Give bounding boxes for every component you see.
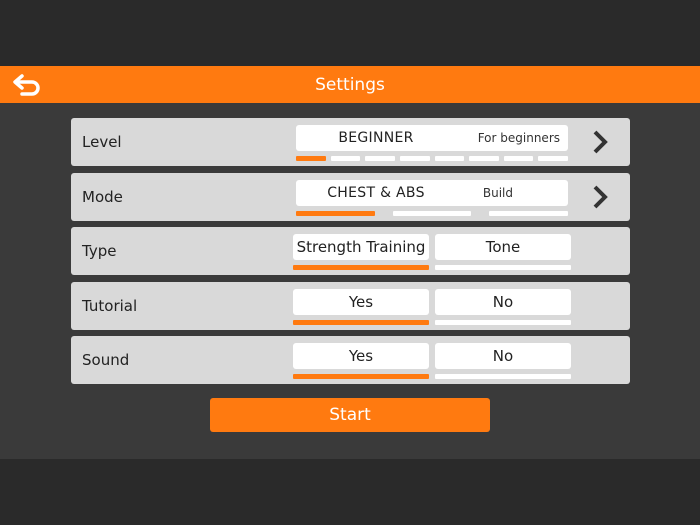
mode-next-button[interactable] [590, 184, 610, 210]
mode-row: Mode CHEST & ABS Build [71, 173, 630, 221]
type-option-tone[interactable]: Tone [435, 234, 571, 260]
chevron-right-icon [593, 185, 608, 209]
back-button[interactable] [12, 72, 44, 98]
back-arrow-icon [13, 74, 40, 96]
tutorial-option-yes[interactable]: Yes [293, 289, 429, 315]
progress-segment [392, 211, 472, 216]
type-option-strength-training[interactable]: Strength Training [293, 234, 429, 260]
tutorial-option-no[interactable]: No [435, 289, 571, 315]
header-bar: Settings [0, 66, 700, 103]
type-row: Type Strength Training Tone [71, 227, 630, 275]
level-value: BEGINNER [338, 130, 414, 146]
bottom-bar [0, 459, 700, 525]
page-title: Settings [315, 74, 385, 95]
type-option-indicator [435, 265, 571, 270]
progress-segment [489, 211, 568, 216]
tutorial-label: Tutorial [82, 297, 138, 315]
progress-segment [399, 156, 430, 161]
mode-selector[interactable]: CHEST & ABS Build [296, 180, 568, 206]
sound-option-indicator [435, 374, 571, 379]
tutorial-row: Tutorial Yes No [71, 282, 630, 330]
progress-segment [330, 156, 361, 161]
mode-value: CHEST & ABS [327, 185, 425, 201]
level-row: Level BEGINNER For beginners [71, 118, 630, 166]
level-label: Level [82, 133, 122, 151]
chevron-right-icon [593, 130, 608, 154]
progress-segment [296, 156, 326, 161]
sound-option-indicator [293, 374, 429, 379]
mode-label: Mode [82, 188, 123, 206]
type-label: Type [82, 242, 117, 260]
progress-segment [434, 156, 465, 161]
level-selector[interactable]: BEGINNER For beginners [296, 125, 568, 151]
tutorial-option-indicator [293, 320, 429, 325]
progress-segment [296, 211, 375, 216]
top-bar [0, 0, 700, 66]
sound-option-yes[interactable]: Yes [293, 343, 429, 369]
sound-option-no[interactable]: No [435, 343, 571, 369]
mode-progress [296, 211, 568, 216]
tutorial-option-indicator [435, 320, 571, 325]
mode-description: Build [482, 186, 513, 200]
progress-segment [538, 156, 568, 161]
progress-segment [469, 156, 499, 161]
sound-label: Sound [82, 351, 130, 369]
type-option-indicator [293, 265, 429, 270]
sound-row: Sound Yes No [71, 336, 630, 384]
start-button[interactable]: Start [210, 398, 490, 432]
progress-segment [503, 156, 534, 161]
level-next-button[interactable] [590, 129, 610, 155]
level-description: For beginners [477, 131, 560, 145]
progress-segment [365, 156, 395, 161]
level-progress [296, 156, 568, 161]
